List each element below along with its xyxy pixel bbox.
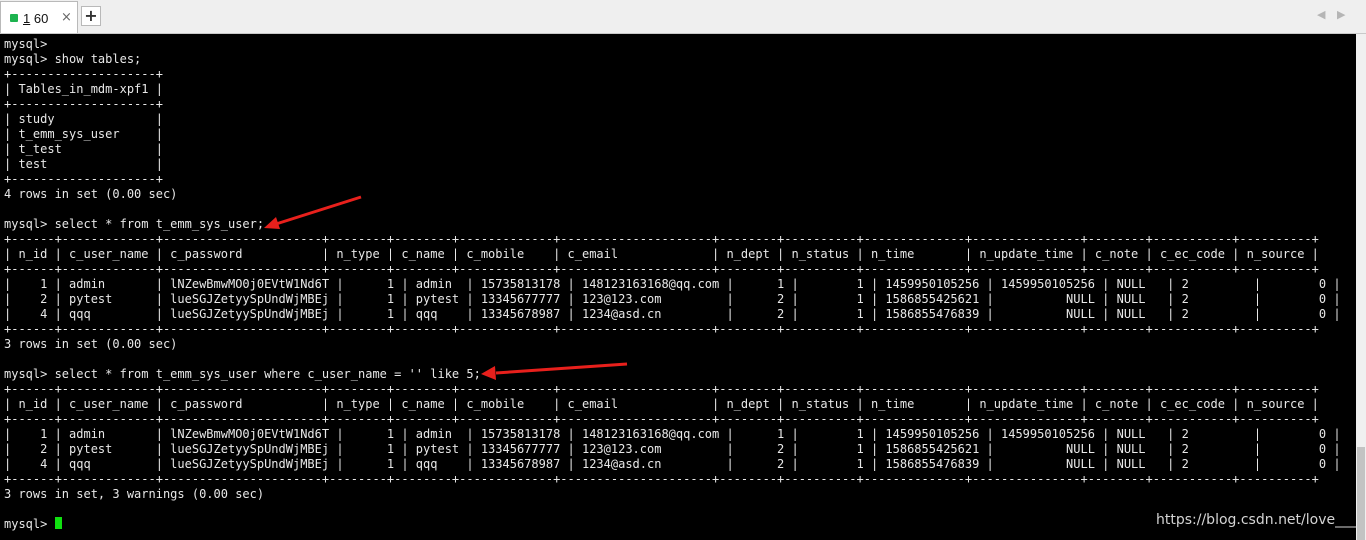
close-tab-icon[interactable]: × [61, 10, 72, 25]
terminal-line: | 1 | admin | lNZewBmwMO0j0EVtW1Nd6T | 1… [4, 277, 1341, 291]
terminal-line: | 4 | qqq | lueSGJZetyySpUndWjMBEj | 1 |… [4, 457, 1341, 471]
vertical-scrollbar[interactable] [1356, 34, 1366, 540]
terminal-line: +--------------------+ [4, 67, 163, 81]
terminal-line: mysql> show tables; [4, 52, 142, 66]
terminal-output[interactable]: mysql> mysql> show tables; +--------------… [0, 34, 1356, 540]
terminal-line: +--------------------+ [4, 97, 163, 111]
terminal-line: | 2 | pytest | lueSGJZetyySpUndWjMBEj | … [4, 442, 1341, 456]
terminal-line: | n_id | c_user_name | c_password | n_ty… [4, 247, 1319, 261]
terminal-line: | 4 | qqq | lueSGJZetyySpUndWjMBEj | 1 |… [4, 307, 1341, 321]
connected-status-icon [10, 14, 18, 22]
scrollbar-thumb[interactable] [1357, 447, 1365, 540]
tab-number: 1 [23, 11, 31, 26]
terminal-line: mysql> select * from t_emm_sys_user; [4, 217, 265, 231]
terminal-line: | test | [4, 157, 163, 171]
terminal-line: | n_id | c_user_name | c_password | n_ty… [4, 397, 1319, 411]
new-tab-button[interactable]: + [81, 6, 101, 26]
terminal-line: +------+-------------+------------------… [4, 412, 1319, 426]
terminal-line: | t_test | [4, 142, 163, 156]
terminal-line: +------+-------------+------------------… [4, 322, 1319, 336]
terminal-line: +--------------------+ [4, 172, 163, 186]
watermark: https://blog.csdn.net/love___ [1156, 512, 1357, 528]
session-tab-label: 1 60 [23, 11, 48, 26]
terminal-line: +------+-------------+------------------… [4, 382, 1319, 396]
terminal-lines: mysql> mysql> show tables; +--------------… [4, 37, 1341, 532]
tab-scroll-left-icon[interactable]: ◀ [1317, 8, 1325, 21]
terminal-prompt-line: mysql> [4, 517, 1341, 532]
terminal-line: | 1 | admin | lNZewBmwMO0j0EVtW1Nd6T | 1… [4, 427, 1341, 441]
tab-title: 60 [33, 11, 49, 26]
terminal-line: mysql> select * from t_emm_sys_user wher… [4, 367, 481, 381]
terminal-line: | t_emm_sys_user | [4, 127, 163, 141]
terminal-line: | study | [4, 112, 163, 126]
terminal-line: | Tables_in_mdm-xpf1 | [4, 82, 163, 96]
terminal-line: 4 rows in set (0.00 sec) [4, 187, 178, 201]
terminal-line: | 2 | pytest | lueSGJZetyySpUndWjMBEj | … [4, 292, 1341, 306]
terminal-line: 3 rows in set (0.00 sec) [4, 337, 178, 351]
terminal-line: +------+-------------+------------------… [4, 232, 1319, 246]
terminal-line: 3 rows in set, 3 warnings (0.00 sec) [4, 487, 265, 501]
session-tab[interactable]: 1 60 × [0, 1, 78, 33]
terminal-line: mysql> [4, 37, 48, 51]
terminal-line: +------+-------------+------------------… [4, 262, 1319, 276]
tab-scroll-right-icon[interactable]: ▶ [1337, 8, 1345, 21]
terminal-line: +------+-------------+------------------… [4, 472, 1319, 486]
session-tab-bar: 1 60 × + ◀ ▶ [0, 0, 1366, 34]
terminal-cursor [54, 517, 62, 529]
